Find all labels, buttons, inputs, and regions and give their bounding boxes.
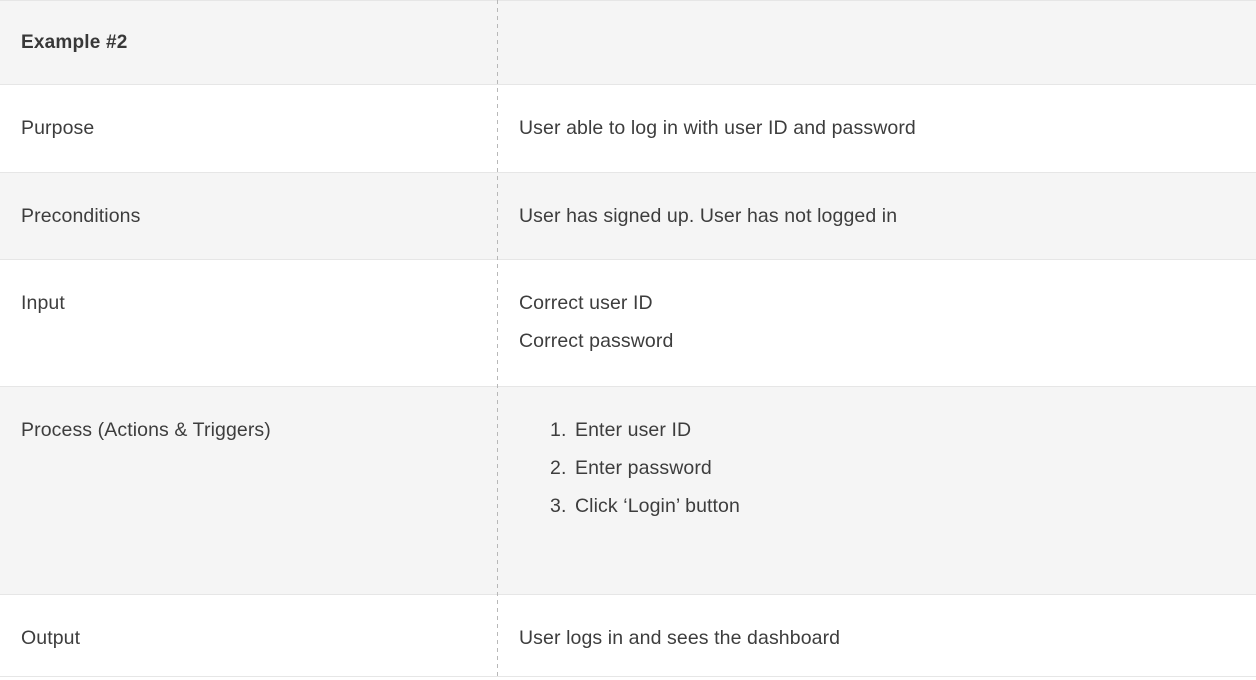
row-value-purpose: User able to log in with user ID and pas… (519, 117, 916, 139)
table-row-output: Output User logs in and sees the dashboa… (0, 594, 1256, 676)
table-row-input: Input Correct user ID Correct password (0, 259, 1256, 386)
table-row-process: Process (Actions & Triggers) Enter user … (0, 386, 1256, 594)
row-label-preconditions: Preconditions (21, 205, 141, 227)
purpose-value-cell: User able to log in with user ID and pas… (497, 85, 1256, 172)
output-value-cell: User logs in and sees the dashboard (497, 595, 1256, 676)
preconditions-value-cell: User has signed up. User has not logged … (497, 173, 1256, 259)
output-label-cell: Output (0, 595, 497, 676)
process-label-cell: Process (Actions & Triggers) (0, 387, 497, 594)
header-label-cell: Example #2 (0, 1, 497, 84)
process-value-cell: Enter user ID Enter password Click ‘Logi… (497, 387, 1256, 594)
row-label-output: Output (21, 627, 81, 649)
table-row-purpose: Purpose User able to log in with user ID… (0, 84, 1256, 172)
table-bottom-border (0, 676, 1256, 677)
purpose-label-cell: Purpose (0, 85, 497, 172)
input-label-cell: Input (0, 260, 497, 386)
header-value-cell (497, 1, 1256, 84)
list-item: Click ‘Login’ button (550, 494, 740, 518)
row-label-input: Input (21, 292, 65, 314)
table-row-preconditions: Preconditions User has signed up. User h… (0, 172, 1256, 259)
list-item: Enter password (550, 456, 712, 480)
row-label-process: Process (Actions & Triggers) (21, 419, 271, 441)
row-value-preconditions: User has signed up. User has not logged … (519, 205, 898, 227)
row-label-purpose: Purpose (21, 117, 95, 139)
input-line-2: Correct password (519, 330, 674, 352)
table-row-header: Example #2 (0, 0, 1256, 84)
row-value-output: User logs in and sees the dashboard (519, 627, 841, 649)
preconditions-label-cell: Preconditions (0, 173, 497, 259)
process-steps-list: Enter user ID Enter password Click ‘Logi… (519, 387, 740, 518)
use-case-spec-table: Example #2 Purpose User able to log in w… (0, 0, 1256, 680)
page-title: Example #2 (21, 32, 128, 53)
list-item: Enter user ID (550, 418, 692, 442)
input-line-1: Correct user ID (519, 292, 653, 314)
input-value-cell: Correct user ID Correct password (497, 260, 1256, 386)
row-value-input: Correct user ID Correct password (519, 260, 673, 353)
